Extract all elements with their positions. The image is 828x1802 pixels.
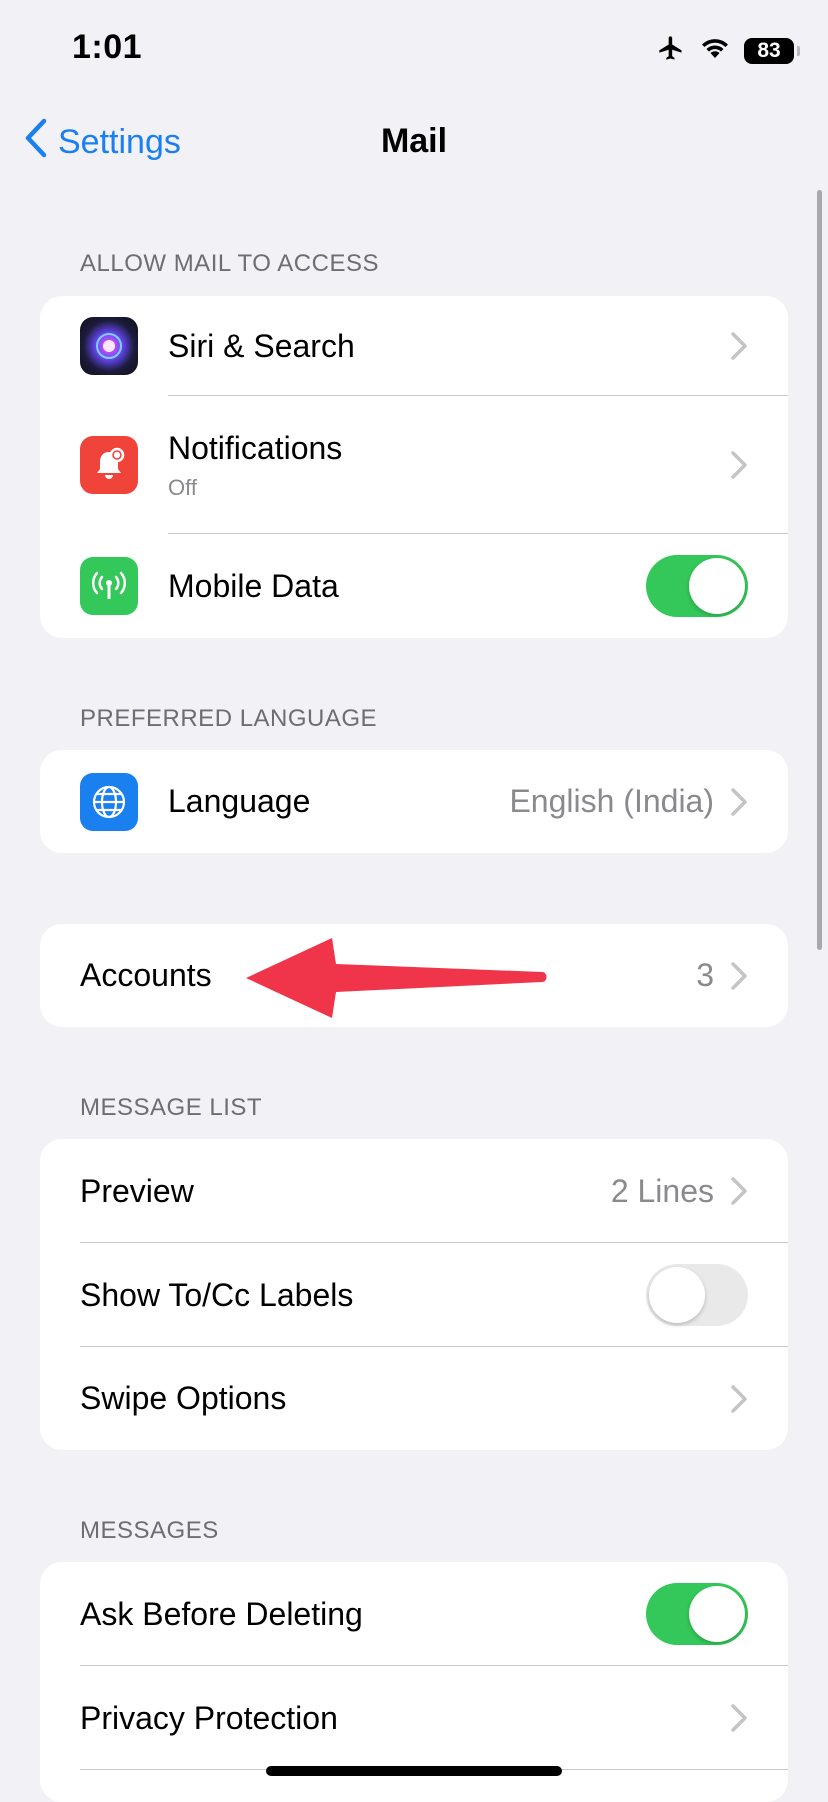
toggle-knob: [649, 1267, 705, 1323]
group-language: Language English (India): [40, 750, 788, 853]
accounts-count: 3: [696, 957, 714, 993]
airplane-icon: [656, 34, 686, 67]
section-header-messages: MESSAGES: [80, 1517, 219, 1544]
language-label: Language: [168, 783, 311, 819]
chevron-right-icon: [731, 451, 747, 479]
section-header-language: PREFERRED LANGUAGE: [80, 705, 378, 732]
preview-label: Preview: [80, 1172, 194, 1209]
preview-value: 2 Lines: [610, 1172, 714, 1209]
row-notifications[interactable]: Notifications Off: [40, 396, 788, 534]
notifications-label: Notifications: [168, 429, 343, 466]
row-swipe-options[interactable]: Swipe Options: [40, 1347, 788, 1450]
chevron-right-icon: [731, 787, 747, 816]
group-message-list: Preview 2 Lines Show To/Cc Labels Swipe …: [40, 1139, 788, 1450]
mobile-data-label: Mobile Data: [168, 567, 339, 604]
status-time: 1:01: [72, 28, 143, 66]
group-allow-access: Siri & Search Notifications Off Mobile D…: [40, 296, 788, 638]
row-preview[interactable]: Preview 2 Lines: [40, 1139, 788, 1243]
row-mobile-data: Mobile Data: [40, 534, 788, 638]
status-bar: 1:01 83: [0, 0, 828, 100]
home-indicator[interactable]: [266, 1766, 562, 1776]
swipe-options-label: Swipe Options: [80, 1380, 287, 1416]
annotation-arrow-icon: [246, 938, 547, 1018]
privacy-protection-label: Privacy Protection: [80, 1699, 338, 1736]
siri-icon: [80, 317, 138, 375]
chevron-right-icon: [731, 1384, 747, 1413]
ask-before-deleting-label: Ask Before Deleting: [80, 1595, 363, 1632]
row-ask-before-deleting: Ask Before Deleting: [40, 1562, 788, 1666]
chevron-right-icon: [731, 332, 747, 360]
bell-icon: [80, 436, 138, 494]
battery-icon: 83: [744, 37, 800, 64]
show-to-cc-label: Show To/Cc Labels: [80, 1276, 354, 1313]
status-icons: 83: [656, 34, 800, 67]
wifi-icon: [700, 36, 730, 65]
navigation-bar: Settings Mail: [0, 100, 828, 182]
section-header-message-list: MESSAGE LIST: [80, 1094, 263, 1121]
mobile-data-toggle[interactable]: [646, 555, 748, 617]
toggle-knob: [689, 558, 745, 614]
language-value: English (India): [509, 783, 714, 819]
show-to-cc-toggle[interactable]: [646, 1264, 748, 1326]
row-siri-search[interactable]: Siri & Search: [40, 296, 788, 396]
page-title: Mail: [380, 122, 448, 160]
section-header-allow-access: ALLOW MAIL TO ACCESS: [80, 250, 379, 277]
globe-icon: [80, 772, 138, 831]
antenna-icon: [80, 557, 138, 615]
scrollbar[interactable]: [817, 190, 822, 950]
toggle-knob: [689, 1586, 745, 1642]
notifications-status: Off: [168, 474, 197, 500]
row-privacy-protection[interactable]: Privacy Protection: [40, 1666, 788, 1770]
chevron-right-icon: [731, 1704, 747, 1732]
siri-search-label: Siri & Search: [168, 327, 355, 364]
row-show-to-cc-labels: Show To/Cc Labels: [40, 1243, 788, 1347]
chevron-right-icon: [731, 961, 747, 990]
row-language[interactable]: Language English (India): [40, 750, 788, 853]
chevron-right-icon: [731, 1177, 747, 1205]
ask-before-deleting-toggle[interactable]: [646, 1583, 748, 1645]
